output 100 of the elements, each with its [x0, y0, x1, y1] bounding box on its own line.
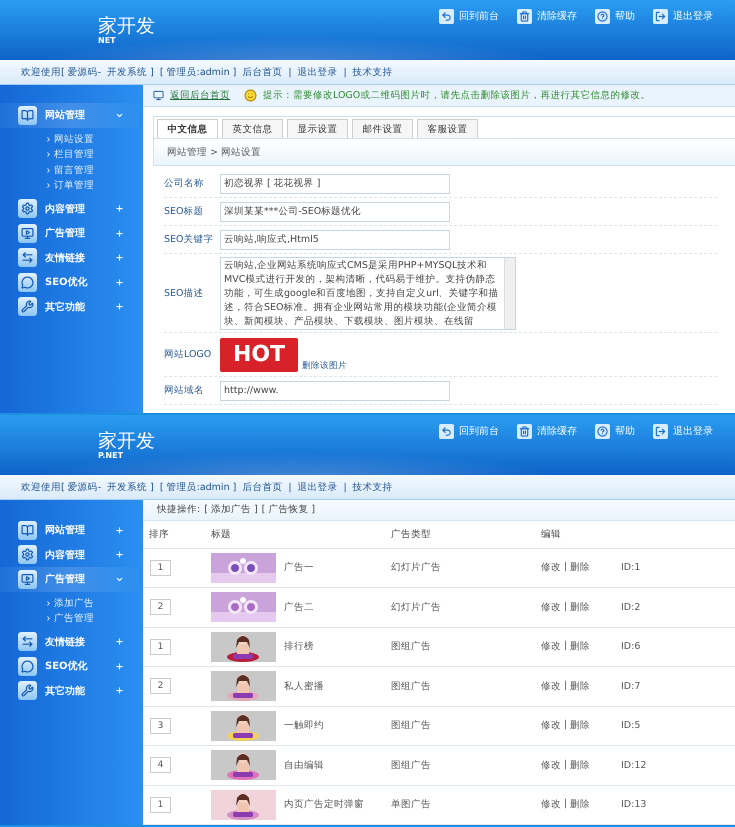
edit-link[interactable]: 修改 — [541, 758, 561, 772]
menu-label: 其它功能 — [45, 300, 86, 314]
menu-item[interactable]: 友情链接 — [0, 630, 143, 654]
scrollbar[interactable] — [504, 258, 515, 328]
menu-item[interactable]: 内容管理 — [0, 542, 143, 567]
input-field[interactable]: http://www. — [220, 380, 450, 400]
tip-text: 提示：需要修改LOGO或二维码图片时，请先点击删除该图片，再进行其它信息的修改。 — [263, 89, 650, 102]
admin-text: [ 管理员:admin ] — [160, 66, 236, 78]
order-field[interactable]: 1 — [150, 560, 171, 576]
menu-item[interactable]: SEO优化 — [0, 654, 143, 678]
field-label: SEO标题 — [164, 205, 205, 218]
edit-link[interactable]: 修改 — [541, 719, 561, 732]
bullet-icon — [45, 166, 52, 174]
submenu-item[interactable]: 留言管理 — [45, 162, 143, 178]
submenu-item[interactable]: 订单管理 — [45, 178, 143, 194]
logo-text: 家开发 — [98, 16, 155, 36]
id-cell-text: ID:6 — [621, 641, 642, 652]
quick-link[interactable]: [ 广告恢复 ] — [262, 503, 316, 516]
order-field[interactable]: 1 — [150, 796, 171, 813]
edit-link[interactable]: 删除 — [570, 758, 590, 772]
submenu-item[interactable]: 广告管理 — [45, 611, 143, 626]
edit-link[interactable]: 修改 — [541, 680, 561, 693]
edit-link[interactable]: 删除 — [570, 640, 590, 654]
order-field[interactable]: 3 — [150, 718, 171, 734]
menu-item[interactable]: 网站管理 — [0, 518, 143, 542]
welcome-text: 欢迎使用[ 爱源码- — [21, 66, 102, 78]
order-field[interactable]: 2 — [150, 678, 171, 694]
header-link[interactable]: 回到前台 — [439, 423, 499, 439]
edit-link[interactable]: 删除 — [570, 719, 590, 732]
type-cell-text: 图组广告 — [391, 758, 432, 772]
plus-icon — [115, 228, 124, 238]
nav-link[interactable]: 退出登录 — [298, 480, 338, 494]
submenu-item[interactable]: 添加广告 — [45, 596, 143, 611]
quick-link[interactable]: [ 添加广告 ] — [204, 503, 258, 516]
gear-icon — [18, 545, 37, 564]
type-cell-text: 幻灯片广告 — [391, 561, 442, 574]
id-cell-text: ID:13 — [621, 799, 648, 810]
nav-link[interactable]: 后台首页 — [242, 66, 282, 78]
type-cell-text: 图组广告 — [391, 719, 432, 732]
tab[interactable]: 英文信息 — [222, 119, 283, 138]
submenu-item[interactable]: 网站设置 — [45, 132, 143, 147]
nav-link[interactable]: 技术支持 — [352, 66, 393, 78]
monitor-icon — [18, 570, 37, 589]
menu-item[interactable]: 其它功能 — [0, 678, 143, 703]
type-cell-text: 幻灯片广告 — [391, 600, 442, 614]
order-field[interactable]: 4 — [150, 757, 171, 774]
order-field[interactable]: 2 — [150, 599, 171, 616]
tab[interactable]: 邮件设置 — [352, 119, 413, 138]
logout-icon — [653, 8, 668, 24]
plus-icon — [115, 302, 124, 312]
plus-icon — [115, 253, 124, 262]
bullet-icon — [45, 600, 52, 607]
textarea-field[interactable]: 云响站,企业网站系统响应式CMS是采用PHP+MYSQL技术和MVC模式进行开发的，架构清晰，代码易于维护。支持伪静态功能，可生成google和百度地图，支持自定义url、关键字和描述，符合SEO标准。拥有企业网站常用的模块功能(企业简介模块、新闻模块、产品模块、下载模块、图片模块、在线留 — [220, 256, 516, 330]
menu-label: 友情链接 — [45, 636, 86, 649]
help-icon — [595, 424, 610, 438]
separator-text: | — [564, 798, 568, 812]
plus-icon — [115, 278, 124, 287]
tab[interactable]: 中文信息 — [157, 119, 218, 138]
type-cell-text: 图组广告 — [391, 680, 432, 693]
field-label: SEO描述 — [164, 286, 205, 300]
input-field[interactable]: 深圳某某***公司-SEO标题优化 — [220, 202, 450, 222]
input-field[interactable]: 初恋视界 [ 花花视界 ] — [220, 174, 450, 194]
plus-icon — [115, 662, 124, 671]
menu-item[interactable]: 内容管理 — [0, 196, 143, 221]
delete-image-link[interactable]: 删除该图片 — [302, 360, 347, 372]
wrench-icon — [18, 681, 37, 700]
header-link[interactable]: 回到前台 — [439, 8, 499, 24]
order-field[interactable]: 1 — [150, 638, 171, 655]
nav-link[interactable]: 退出登录 — [298, 66, 338, 78]
menu-item[interactable]: SEO优化 — [0, 270, 143, 294]
menu-item[interactable]: 其它功能 — [0, 294, 143, 319]
edit-link[interactable]: 修改 — [541, 640, 561, 654]
title-cell: 自由编辑 — [284, 758, 324, 772]
menu-label: 友情链接 — [45, 252, 86, 265]
edit-link[interactable]: 修改 — [541, 798, 561, 812]
system-text: 开发系统 ] — [107, 66, 154, 78]
admin-text: [ 管理员:admin ] — [160, 480, 236, 494]
bullet-icon — [45, 182, 52, 190]
menu-label: 网站管理 — [45, 108, 86, 122]
back-link[interactable]: 返回后台首页 — [170, 89, 230, 102]
tab[interactable]: 显示设置 — [287, 119, 348, 138]
edit-link[interactable]: 修改 — [541, 600, 561, 614]
edit-link[interactable]: 删除 — [570, 798, 590, 812]
type-cell-text: 单图广告 — [391, 798, 432, 812]
nav-link[interactable]: 后台首页 — [242, 480, 282, 494]
edit-link[interactable]: 删除 — [570, 561, 590, 574]
tab[interactable]: 客服设置 — [417, 119, 478, 138]
edit-link[interactable]: 修改 — [541, 561, 561, 574]
menu-item[interactable]: 广告管理 — [0, 221, 143, 246]
menu-item[interactable]: 友情链接 — [0, 246, 143, 270]
monitor-icon — [18, 224, 37, 243]
input-field[interactable]: 云响站,响应式,Html5 — [220, 230, 450, 250]
edit-link[interactable]: 删除 — [570, 600, 590, 614]
edit-link[interactable]: 删除 — [570, 680, 590, 693]
column-header: 编辑 — [541, 528, 562, 540]
title-cell: 私人蜜播 — [284, 680, 324, 693]
submenu-item[interactable]: 栏目管理 — [45, 147, 143, 162]
column-header: 排序 — [149, 528, 170, 540]
logout-icon — [653, 424, 668, 438]
nav-link[interactable]: 技术支持 — [352, 480, 393, 494]
